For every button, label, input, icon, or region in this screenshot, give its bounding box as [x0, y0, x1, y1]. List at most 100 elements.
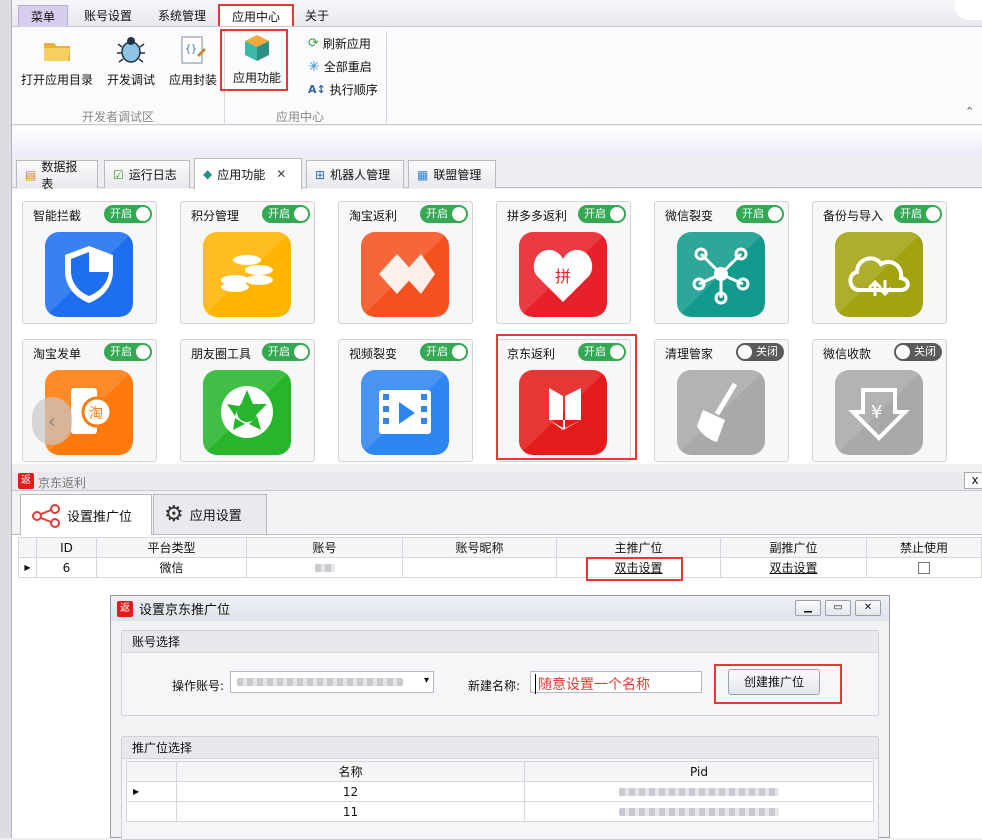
tab-about[interactable]: 关于	[293, 5, 341, 27]
log-icon: ☑	[113, 167, 124, 182]
cell-disabled[interactable]	[866, 557, 982, 578]
app-card[interactable]: 朋友圈工具 开启	[180, 339, 315, 462]
tab-app-center[interactable]: 应用中心	[218, 4, 295, 26]
execution-order-button[interactable]: A↕ 执行顺序	[308, 81, 378, 98]
dev-debug-button[interactable]: 开发调试	[102, 33, 160, 88]
open-app-dir-button[interactable]: 打开应用目录	[18, 33, 96, 88]
app-toggle-switch[interactable]: 关闭	[894, 343, 942, 361]
open-app-dir-label: 打开应用目录	[20, 73, 93, 87]
account-select[interactable]: ▾	[230, 671, 434, 693]
row-header-cell	[126, 761, 177, 782]
app-card[interactable]: 积分管理 开启	[180, 201, 315, 324]
tab-label: 应用功能	[217, 167, 266, 182]
dev-group-label: 开发者调试区	[82, 110, 155, 124]
row-selector[interactable]: ▶	[126, 781, 177, 802]
tab-label: 联盟管理	[433, 168, 482, 182]
app-name: 微信收款	[823, 347, 872, 361]
highlight-create-button	[714, 664, 842, 704]
restart-all-label: 全部重启	[323, 60, 372, 74]
tab-system-management[interactable]: 系统管理	[146, 5, 218, 27]
share-icon	[32, 503, 60, 528]
minimize-button[interactable]: ▁	[795, 600, 821, 616]
restart-all-button[interactable]: ✳ 全部重启	[308, 58, 372, 75]
execution-order-label: 执行顺序	[329, 83, 378, 97]
refresh-apps-button[interactable]: ⟳ 刷新应用	[308, 35, 371, 52]
jd-subtabs: 设置推广位 ⚙ 应用设置	[12, 492, 982, 536]
app-toggle-switch[interactable]: 开启	[104, 205, 152, 223]
tab-run-log[interactable]: ☑ 运行日志	[104, 160, 190, 188]
app-package-button[interactable]: {} 应用封装	[164, 33, 222, 88]
app-name: 拼多多返利	[507, 209, 568, 223]
app-name: 积分管理	[191, 209, 240, 223]
app-icon	[677, 370, 765, 455]
menu-tab[interactable]: 菜单	[18, 5, 69, 27]
new-name-label: 新建名称:	[468, 679, 521, 693]
jd-panel-close-button[interactable]: x	[964, 472, 982, 489]
app-toggle-switch[interactable]: 开启	[262, 343, 310, 361]
tab-app-settings[interactable]: ⚙ 应用设置	[153, 494, 267, 534]
tab-account-settings[interactable]: 账号设置	[72, 5, 144, 27]
col-sub-position: 副推广位	[720, 537, 867, 558]
cell-name: 11	[176, 801, 525, 822]
app-card[interactable]: 清理管家 关闭	[654, 339, 789, 462]
cell-name: 12	[176, 781, 525, 802]
dev-debug-label: 开发调试	[106, 73, 155, 87]
svg-text:{}: {}	[185, 44, 197, 55]
app-icon	[361, 232, 449, 317]
app-toggle-switch[interactable]: 开启	[894, 205, 942, 223]
cell-sub-position[interactable]: 双击设置	[720, 557, 867, 578]
close-tab-icon[interactable]: ✕	[276, 167, 286, 181]
app-card[interactable]: 淘宝返利 开启	[338, 201, 473, 324]
collapse-ribbon-icon[interactable]: ⌃	[965, 105, 974, 118]
row-selector[interactable]: ▶	[18, 557, 37, 578]
position-section-title: 推广位选择	[122, 737, 878, 759]
dialog-titlebar: 返 设置京东推广位	[111, 596, 889, 621]
app-name: 淘宝返利	[349, 209, 398, 223]
app-toggle-switch[interactable]: 开启	[104, 343, 152, 361]
maximize-button[interactable]: ▭	[825, 600, 851, 616]
table-row[interactable]: 11	[126, 801, 874, 822]
app-icon	[835, 232, 923, 317]
sub-position-link[interactable]: 双击设置	[769, 561, 817, 575]
col-pid: Pid	[524, 761, 874, 782]
tab-set-position[interactable]: 设置推广位	[20, 494, 152, 536]
disabled-checkbox[interactable]	[918, 562, 930, 574]
app-card[interactable]: 智能拦截 开启	[22, 201, 157, 324]
app-card[interactable]: 拼多多返利 开启拼	[496, 201, 631, 324]
row-selector[interactable]	[126, 801, 177, 822]
tab-app-functions[interactable]: ◆ 应用功能 ✕	[194, 158, 302, 189]
tab-alliance-management[interactable]: ▦ 联盟管理	[408, 160, 496, 188]
jd-panel-titlebar: 返 京东返利 x	[12, 472, 982, 491]
jd-badge-icon: 返	[117, 600, 133, 617]
app-toggle-switch[interactable]: 开启	[736, 205, 784, 223]
app-toggle-switch[interactable]: 关闭	[736, 343, 784, 361]
scroll-left-button[interactable]: ‹	[32, 397, 72, 445]
cell-nickname	[402, 557, 557, 578]
account-label: 操作账号:	[172, 679, 225, 693]
tab-robot-management[interactable]: ⊞ 机器人管理	[306, 160, 404, 188]
table-row[interactable]: ▶ 6 微信 双击设置 双击设置	[18, 557, 982, 578]
dialog-title: 设置京东推广位	[139, 603, 231, 618]
chevron-down-icon: ▾	[423, 675, 429, 686]
document-tabbar: ▤ 数据报表 ☑ 运行日志 ◆ 应用功能 ✕ ⊞ 机器人管理 ▦ 联盟管理	[12, 156, 982, 191]
app-toggle-switch[interactable]: 开启	[420, 343, 468, 361]
app-card[interactable]: 视频裂变 开启	[338, 339, 473, 462]
app-card[interactable]: 微信收款 关闭 ¥	[812, 339, 947, 462]
row-header-cell	[18, 537, 37, 558]
tab-data-report[interactable]: ▤ 数据报表	[16, 160, 98, 191]
cell-pid	[524, 781, 874, 802]
app-card[interactable]: 微信裂变 开启	[654, 201, 789, 324]
table-row[interactable]: ▶ 12	[126, 781, 874, 802]
jd-badge-icon: 返	[18, 473, 34, 489]
cell-account	[246, 557, 403, 578]
app-toggle-switch[interactable]: 开启	[262, 205, 310, 223]
app-toggle-switch[interactable]: 开启	[420, 205, 468, 223]
tab-label: 运行日志	[128, 168, 177, 182]
close-button[interactable]: ✕	[855, 600, 881, 616]
app-toggle-switch[interactable]: 开启	[578, 205, 626, 223]
network-icon: ⊞	[315, 167, 326, 182]
new-name-input[interactable]: 随意设置一个名称	[530, 671, 702, 694]
cell-id: 6	[36, 557, 97, 578]
svg-text:拼: 拼	[555, 267, 571, 286]
app-card[interactable]: 备份与导入 开启	[812, 201, 947, 324]
